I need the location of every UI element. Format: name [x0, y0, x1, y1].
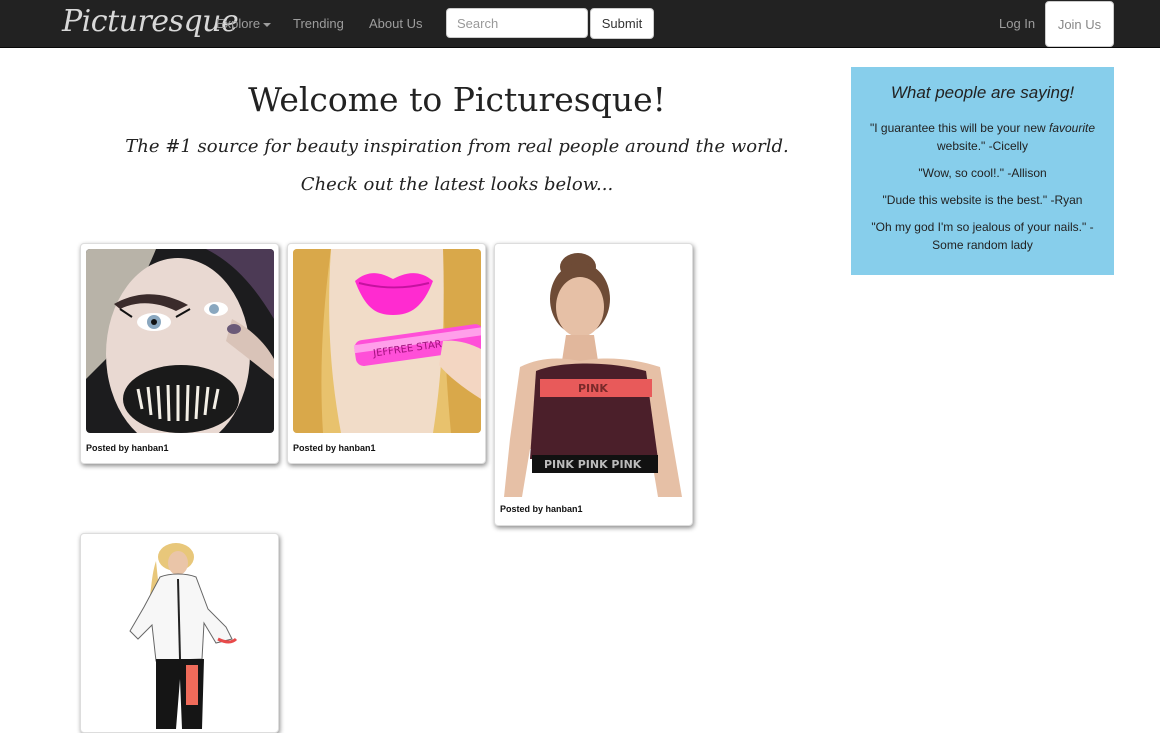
testimonial-quote: "Oh my god I'm so jealous of your nails.…: [871, 220, 1094, 252]
post-card[interactable]: [80, 533, 279, 733]
pink-lipstick-photo: JEFFREE STAR: [293, 249, 481, 433]
post-card[interactable]: PINK PINK PINK PINK Posted by hanban1: [494, 243, 693, 526]
quote-text: website." -Cicelly: [937, 139, 1028, 153]
svg-text:PINK PINK PINK: PINK PINK PINK: [544, 458, 642, 471]
brand-logo[interactable]: Picturesque: [62, 4, 239, 39]
quote-text: "I guarantee this will be your new: [869, 121, 1049, 135]
post-photo[interactable]: [86, 249, 274, 433]
caret-down-icon: [263, 22, 272, 27]
post-caption: Posted by hanban1: [500, 504, 583, 514]
page-title: Welcome to Picturesque!: [248, 80, 666, 119]
latest-looks-heading: Check out the latest looks below...: [300, 174, 614, 195]
join-us-button[interactable]: Join Us: [1045, 1, 1114, 47]
tagline: The #1 source for beauty inspiration fro…: [125, 136, 789, 157]
svg-text:PINK: PINK: [578, 382, 608, 395]
post-card[interactable]: Posted by hanban1: [80, 243, 279, 464]
testimonial-quote: "I guarantee this will be your new favou…: [861, 119, 1104, 155]
post-caption: Posted by hanban1: [293, 443, 376, 453]
nav-explore-label: Explore: [216, 16, 261, 31]
navbar: Picturesque Explore Trending About Us Su…: [0, 0, 1160, 48]
testimonial-quote: "Wow, so cool!." -Allison: [918, 166, 1047, 180]
post-caption: Posted by hanban1: [86, 443, 169, 453]
nav-log-in[interactable]: Log In: [999, 16, 1035, 31]
search-input[interactable]: [446, 8, 588, 38]
quote-emphasis: favourite: [1049, 121, 1096, 135]
post-card[interactable]: JEFFREE STAR Posted by hanban1: [287, 243, 486, 464]
testimonials-panel: What people are saying! "I guarantee thi…: [851, 67, 1114, 275]
skull-makeup-photo: [86, 249, 274, 433]
sports-bra-photo: PINK PINK PINK PINK: [500, 249, 688, 497]
submit-button[interactable]: Submit: [590, 8, 654, 39]
testimonials-heading: What people are saying!: [890, 83, 1075, 102]
nav-about-us[interactable]: About Us: [369, 16, 422, 31]
nav-explore-dropdown[interactable]: Explore: [216, 16, 272, 31]
nav-trending[interactable]: Trending: [293, 16, 344, 31]
testimonial-quote: "Dude this website is the best." -Ryan: [882, 193, 1083, 207]
post-photo[interactable]: JEFFREE STAR: [293, 249, 481, 433]
post-photo[interactable]: PINK PINK PINK PINK: [500, 249, 688, 497]
